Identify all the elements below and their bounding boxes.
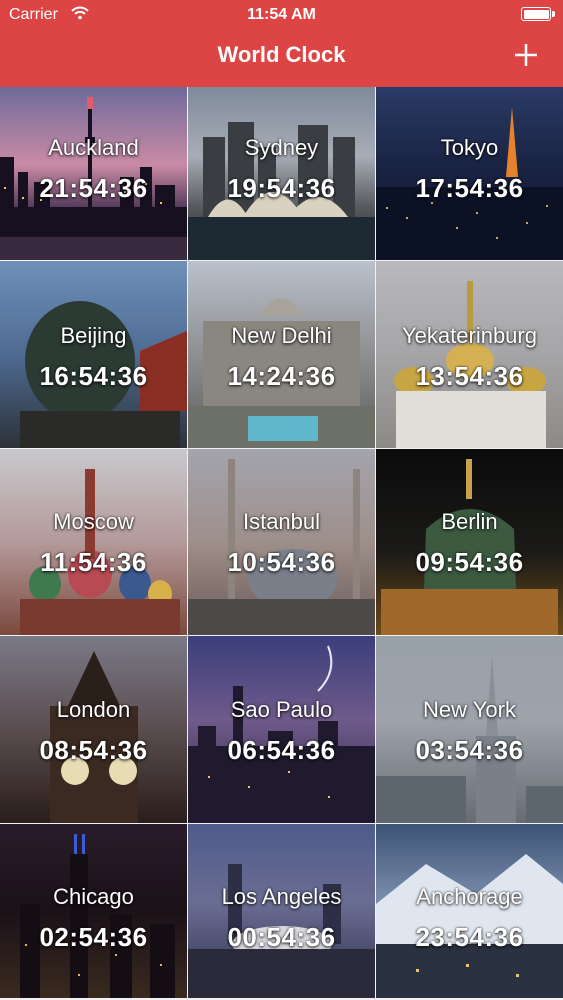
city-tile-auckland[interactable]: Auckland 21:54:36	[0, 87, 187, 260]
city-name: Anchorage	[416, 884, 523, 909]
city-photo	[376, 449, 563, 635]
city-time: 08:54:36	[39, 735, 148, 765]
city-name: London	[56, 697, 131, 722]
city-tile-chicago[interactable]: Chicago 02:54:36	[0, 824, 187, 998]
city-name: Berlin	[441, 509, 498, 534]
city-tile-moscow[interactable]: Moscow 11:54:36	[0, 449, 187, 635]
city-name: Moscow	[53, 509, 134, 534]
city-photo	[188, 636, 375, 823]
city-time: 17:54:36	[415, 173, 524, 203]
city-time: 03:54:36	[415, 735, 524, 765]
city-tile-istanbul[interactable]: Istanbul 10:54:36	[188, 449, 375, 635]
city-name: Auckland	[48, 135, 139, 160]
battery-icon	[521, 7, 555, 21]
city-photo	[0, 449, 187, 635]
city-tile-yekaterinburg[interactable]: Yekaterinburg 13:54:36	[376, 261, 563, 448]
city-name: New Delhi	[231, 323, 332, 348]
city-time: 14:24:36	[227, 361, 336, 391]
city-tile-sydney[interactable]: Sydney 19:54:36	[188, 87, 375, 260]
city-name: Istanbul	[242, 509, 321, 534]
city-tile-new-delhi[interactable]: New Delhi 14:24:36	[188, 261, 375, 448]
city-tile-anchorage[interactable]: Anchorage 23:54:36	[376, 824, 563, 998]
city-tile-sao-paulo[interactable]: Sao Paulo 06:54:36	[188, 636, 375, 823]
city-time: 21:54:36	[39, 173, 148, 203]
city-photo	[376, 824, 563, 998]
city-name: Beijing	[60, 323, 127, 348]
city-tile-new-york[interactable]: New York 03:54:36	[376, 636, 563, 823]
navigation-bar: Carrier 11:54 AM World Clock	[0, 0, 563, 87]
city-time: 11:54:36	[40, 547, 147, 577]
city-time: 06:54:36	[227, 735, 336, 765]
city-time: 09:54:36	[415, 547, 524, 577]
city-photo	[0, 824, 187, 998]
city-photo	[188, 824, 375, 998]
city-time: 02:54:36	[39, 922, 148, 952]
city-name: New York	[423, 697, 516, 722]
city-name: Chicago	[53, 884, 134, 909]
city-tile-berlin[interactable]: Berlin 09:54:36	[376, 449, 563, 635]
city-time: 19:54:36	[227, 173, 336, 203]
city-name: Yekaterinburg	[402, 323, 537, 348]
city-tile-london[interactable]: London 08:54:36	[0, 636, 187, 823]
city-time: 00:54:36	[227, 922, 336, 952]
city-time: 13:54:36	[415, 361, 524, 391]
city-photo	[0, 636, 187, 823]
city-tile-beijing[interactable]: Beijing 16:54:36	[0, 261, 187, 448]
page-title: World Clock	[217, 42, 346, 67]
city-time: 10:54:36	[227, 547, 336, 577]
city-photo	[376, 261, 563, 448]
city-clock-grid: Auckland 21:54:36 Sydney 19:54:36 Tokyo …	[0, 87, 563, 1000]
city-photo	[0, 261, 187, 448]
status-time: 11:54 AM	[247, 6, 316, 23]
city-name: Los Angeles	[221, 884, 342, 909]
city-name: Tokyo	[440, 135, 499, 160]
city-name: Sydney	[244, 135, 319, 160]
city-tile-los-angeles[interactable]: Los Angeles 00:54:36	[188, 824, 375, 998]
city-photo	[376, 636, 563, 823]
status-bar: Carrier 11:54 AM	[0, 0, 563, 30]
city-time: 23:54:36	[415, 922, 524, 952]
city-tile-tokyo[interactable]: Tokyo 17:54:36	[376, 87, 563, 260]
add-city-button[interactable]	[513, 42, 539, 68]
city-photo	[188, 261, 375, 448]
city-time: 16:54:36	[39, 361, 148, 391]
city-photo	[188, 449, 375, 635]
city-name: Sao Paulo	[230, 697, 333, 722]
